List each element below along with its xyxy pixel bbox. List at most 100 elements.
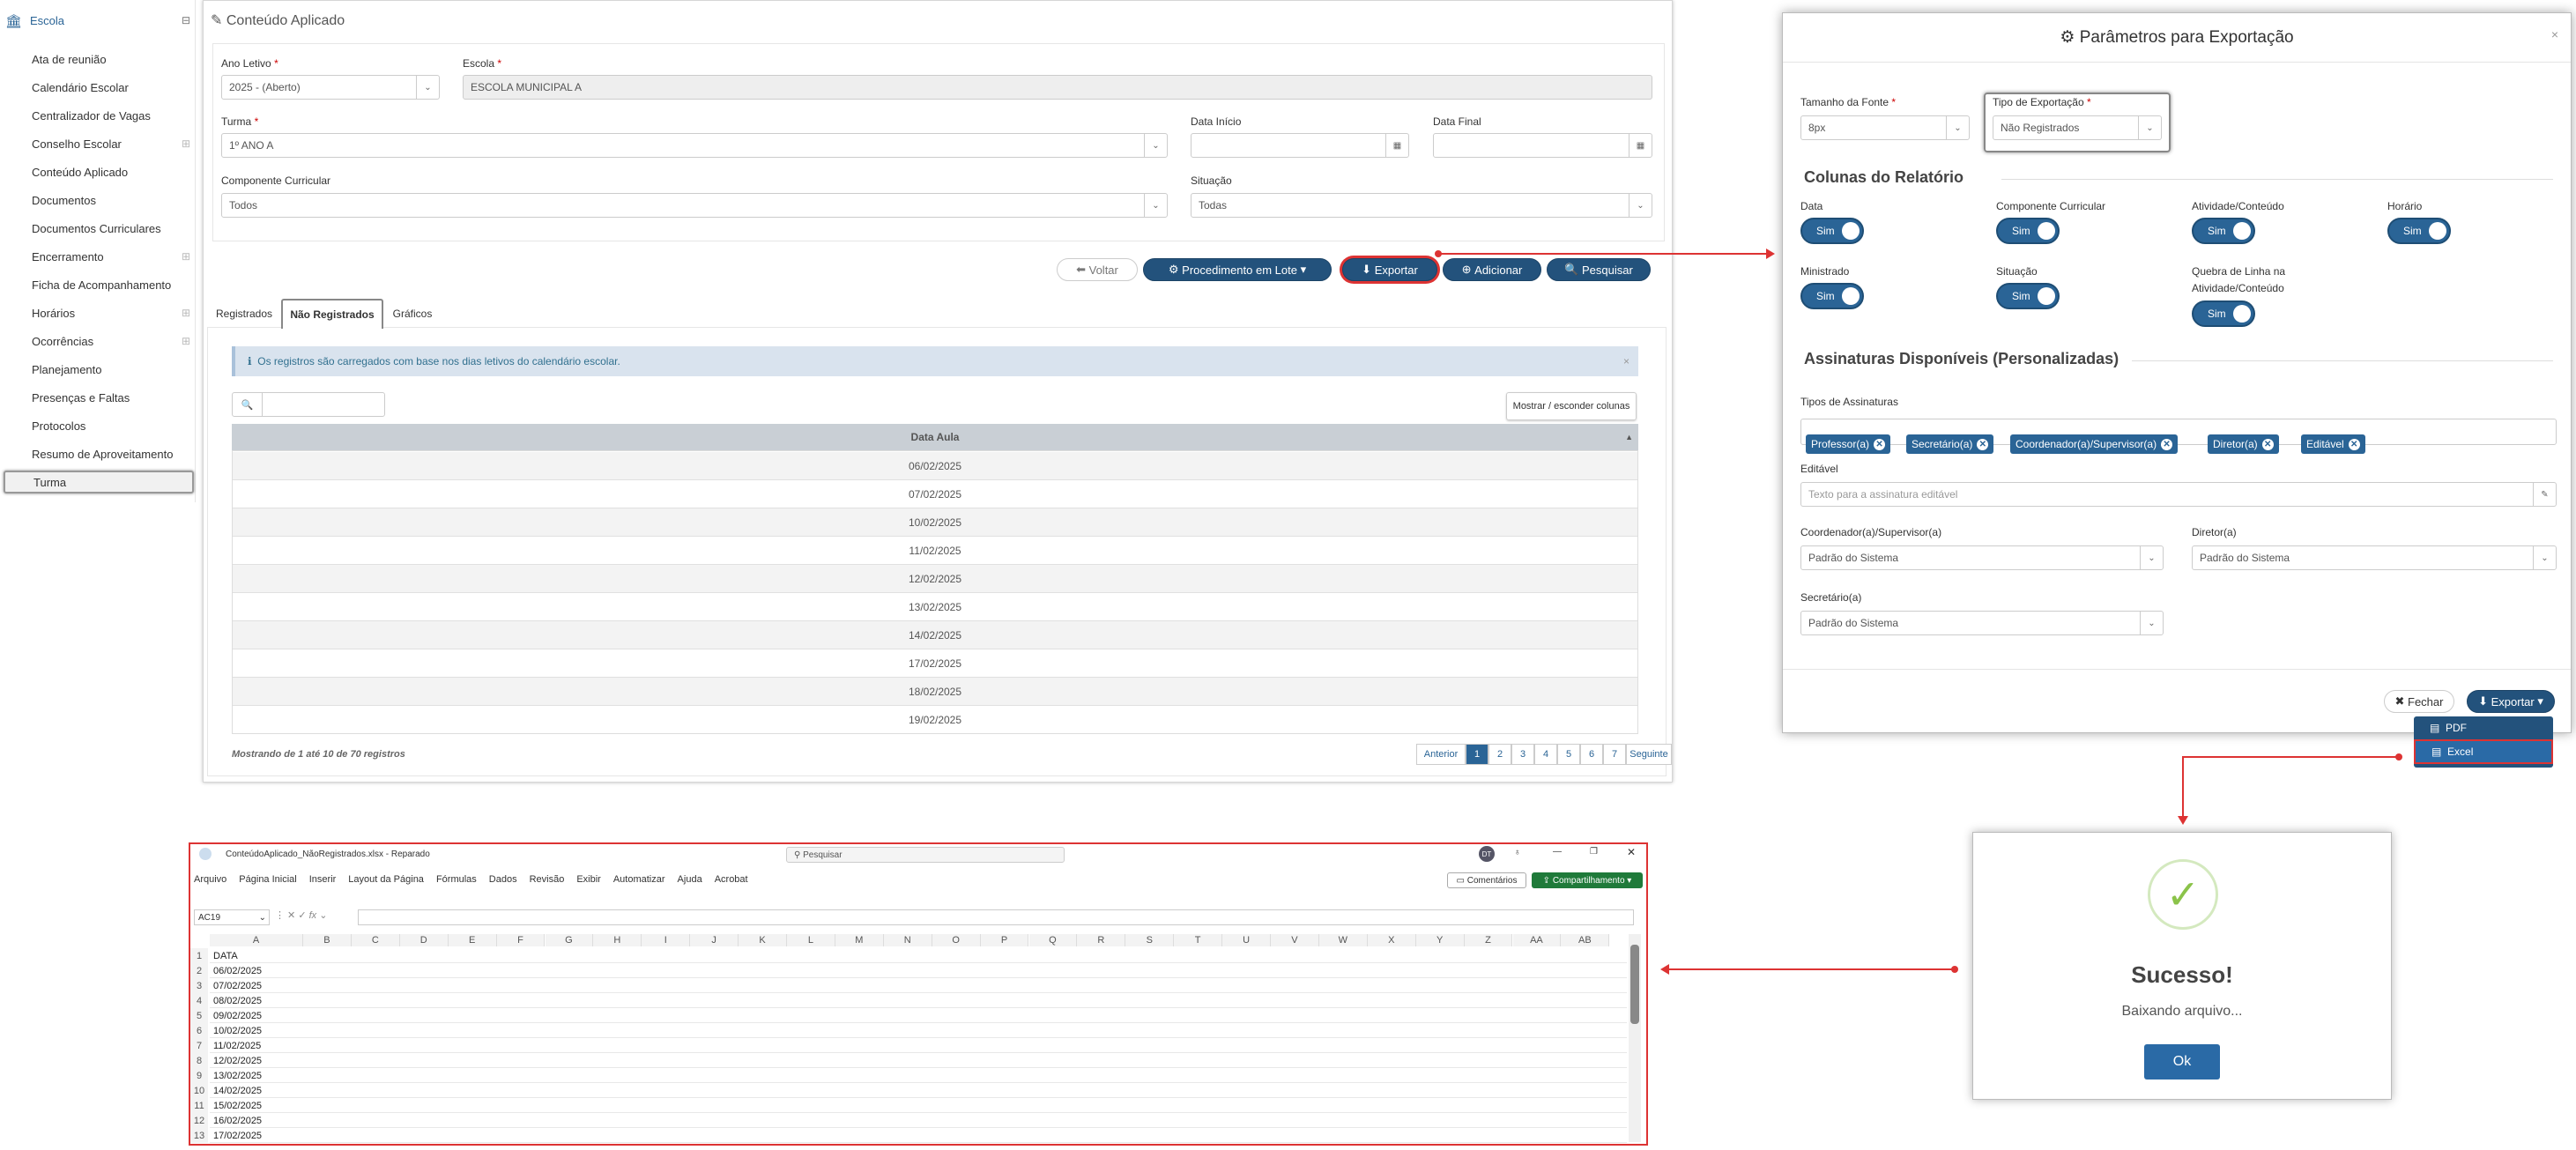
calendar-icon[interactable]: ▦ bbox=[1385, 134, 1408, 157]
column-header[interactable]: F bbox=[496, 934, 546, 946]
column-header[interactable]: O bbox=[932, 934, 981, 946]
share-button[interactable]: ⇪ Compartilhamento ▾ bbox=[1532, 872, 1643, 888]
sidebar-item[interactable]: Ata de reunião bbox=[32, 48, 190, 70]
excel-cell[interactable]: 07/02/2025 bbox=[210, 978, 303, 993]
pagination-next[interactable]: Seguinte bbox=[1626, 744, 1672, 765]
ok-button[interactable]: Ok bbox=[2144, 1044, 2220, 1080]
excel-cell[interactable]: 08/02/2025 bbox=[210, 993, 303, 1008]
sidebar-item[interactable]: Presenças e Faltas bbox=[32, 386, 190, 409]
column-header[interactable]: W bbox=[1318, 934, 1368, 946]
toggle-switch[interactable]: Sim bbox=[2387, 218, 2451, 244]
menu-item-excel[interactable]: ▤ Excel bbox=[2414, 739, 2553, 764]
excel-cell[interactable]: DATA bbox=[210, 948, 303, 963]
row-header[interactable]: 12 bbox=[190, 1113, 208, 1128]
row-header[interactable]: 2 bbox=[190, 963, 208, 978]
remove-icon[interactable]: ✕ bbox=[2161, 438, 2173, 450]
pagination-prev[interactable]: Anterior bbox=[1416, 744, 1466, 765]
toggle-switch[interactable]: Sim bbox=[1996, 283, 2060, 309]
column-header[interactable]: M bbox=[835, 934, 884, 946]
row-header[interactable]: 8 bbox=[190, 1053, 208, 1068]
restore-icon[interactable]: ❐ bbox=[1590, 847, 1598, 857]
row-header[interactable]: 13 bbox=[190, 1128, 208, 1143]
sidebar-item[interactable]: Resumo de Aproveitamento bbox=[32, 442, 190, 465]
sidebar-item[interactable]: Turma bbox=[4, 471, 194, 493]
sidebar-item[interactable]: Documentos bbox=[32, 189, 190, 211]
sidebar-item[interactable]: Centralizador de Vagas bbox=[32, 104, 190, 127]
column-header[interactable]: K bbox=[739, 934, 787, 946]
expand-icon[interactable]: ⊞ bbox=[182, 307, 190, 319]
sort-icon[interactable]: ▲ bbox=[1625, 433, 1633, 441]
column-header[interactable]: H bbox=[593, 934, 642, 946]
row-header[interactable]: 4 bbox=[190, 993, 208, 1008]
pagination-page[interactable]: 4 bbox=[1534, 744, 1557, 765]
ano-letivo-select[interactable]: 2025 - (Aberto) ⌄ bbox=[221, 75, 440, 100]
turma-select[interactable]: 1º ANO A ⌄ bbox=[221, 133, 1168, 158]
column-header[interactable]: I bbox=[642, 934, 691, 946]
excel-cell[interactable]: 14/02/2025 bbox=[210, 1083, 303, 1098]
vertical-scrollbar[interactable] bbox=[1629, 934, 1641, 1142]
excel-menu-item[interactable]: Exibir bbox=[576, 874, 601, 888]
excel-cell[interactable]: 13/02/2025 bbox=[210, 1068, 303, 1083]
pesquisar-button[interactable]: 🔍 Pesquisar bbox=[1547, 258, 1651, 281]
row-header[interactable]: 3 bbox=[190, 978, 208, 993]
excel-menu-item[interactable]: Arquivo bbox=[194, 874, 226, 888]
excel-cell[interactable]: 17/02/2025 bbox=[210, 1128, 303, 1143]
column-header[interactable]: P bbox=[980, 934, 1029, 946]
edit-icon[interactable]: ✎ bbox=[2533, 483, 2556, 506]
sidebar-item[interactable]: Encerramento ⊞ bbox=[32, 245, 190, 268]
adicionar-button[interactable]: ⊕ Adicionar bbox=[1443, 258, 1541, 281]
sidebar-item[interactable]: Planejamento bbox=[32, 358, 190, 381]
excel-menu-item[interactable]: Fórmulas bbox=[436, 874, 477, 888]
excel-menu-item[interactable]: Acrobat bbox=[715, 874, 748, 888]
toggle-switch[interactable]: Sim bbox=[2192, 218, 2255, 244]
excel-cell[interactable]: 12/02/2025 bbox=[210, 1053, 303, 1068]
column-header[interactable]: Q bbox=[1028, 934, 1078, 946]
column-header[interactable]: B bbox=[303, 934, 352, 946]
comments-button[interactable]: ▭ Comentários bbox=[1447, 872, 1526, 888]
lightbulb-icon[interactable]: ♁ bbox=[1514, 848, 1521, 857]
close-icon[interactable]: × bbox=[2551, 27, 2558, 41]
remove-icon[interactable]: ✕ bbox=[2348, 438, 2360, 450]
columns-toggle-button[interactable]: Mostrar / esconder colunas bbox=[1506, 392, 1637, 420]
column-header[interactable]: D bbox=[399, 934, 449, 946]
procedimento-lote-button[interactable]: ⚙ Procedimento em Lote ▾ bbox=[1143, 258, 1332, 281]
column-header[interactable]: E bbox=[448, 934, 497, 946]
table-search-input[interactable]: 🔍 bbox=[232, 392, 385, 417]
excel-cell[interactable]: 11/02/2025 bbox=[210, 1038, 303, 1053]
column-header[interactable]: C bbox=[351, 934, 400, 946]
sidebar-item[interactable]: Documentos Curriculares bbox=[32, 217, 190, 240]
sidebar-item[interactable]: Ficha de Acompanhamento bbox=[32, 273, 190, 296]
pagination-page[interactable]: 5 bbox=[1557, 744, 1580, 765]
column-header[interactable]: AA bbox=[1512, 934, 1562, 946]
signature-tag[interactable]: Diretor(a) ✕ bbox=[2208, 434, 2279, 454]
avatar[interactable]: DT bbox=[1479, 846, 1495, 862]
collapse-icon[interactable]: ⊟ bbox=[182, 14, 190, 26]
sidebar-item[interactable]: Ocorrências ⊞ bbox=[32, 330, 190, 352]
toggle-switch[interactable]: Sim bbox=[2192, 300, 2255, 327]
column-header[interactable]: L bbox=[787, 934, 835, 946]
excel-menu-item[interactable]: Dados bbox=[489, 874, 517, 888]
name-box[interactable]: AC19 ⌄ bbox=[194, 909, 270, 925]
row-header[interactable]: 9 bbox=[190, 1068, 208, 1083]
excel-search-box[interactable]: ⚲ Pesquisar bbox=[786, 847, 1065, 863]
toggle-switch[interactable]: Sim bbox=[1800, 283, 1864, 309]
close-icon[interactable]: ✕ bbox=[1627, 846, 1636, 858]
excel-cell[interactable]: 10/02/2025 bbox=[210, 1023, 303, 1038]
row-header[interactable]: 7 bbox=[190, 1038, 208, 1053]
sidebar-item[interactable]: Protocolos bbox=[32, 414, 190, 437]
excel-cell[interactable]: 09/02/2025 bbox=[210, 1008, 303, 1023]
sidebar-item[interactable]: Calendário Escolar bbox=[32, 76, 190, 99]
column-header[interactable]: R bbox=[1077, 934, 1126, 946]
excel-menu-item[interactable]: Ajuda bbox=[678, 874, 702, 888]
font-size-select[interactable]: 8px ⌄ bbox=[1800, 115, 1970, 140]
row-header[interactable]: 11 bbox=[190, 1098, 208, 1113]
calendar-icon[interactable]: ▦ bbox=[1629, 134, 1652, 157]
column-header[interactable]: A bbox=[210, 934, 303, 946]
column-header[interactable]: J bbox=[690, 934, 739, 946]
sidebar-item[interactable]: Conselho Escolar ⊞ bbox=[32, 132, 190, 155]
column-header[interactable]: Z bbox=[1464, 934, 1513, 946]
excel-menu-item[interactable]: Layout da Página bbox=[348, 874, 424, 888]
column-header[interactable]: Y bbox=[1415, 934, 1465, 946]
sidebar-header-escola[interactable]: 🏛 Escola ⊟ bbox=[5, 11, 190, 30]
minimize-icon[interactable]: — bbox=[1553, 847, 1562, 857]
